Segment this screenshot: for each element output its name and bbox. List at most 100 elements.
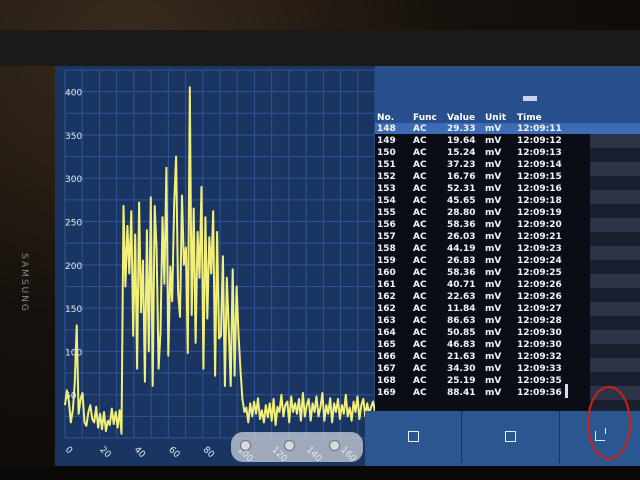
table-row[interactable]: 166 AC 21.63 mV 12:09:32 bbox=[375, 351, 640, 363]
table-row[interactable]: 162 AC 22.63 mV 12:09:26 bbox=[375, 291, 640, 303]
table-row[interactable]: 153 AC 52.31 mV 12:09:16 bbox=[375, 183, 640, 195]
table-row[interactable]: 160 AC 58.36 mV 12:09:25 bbox=[375, 267, 640, 279]
cell-func: AC bbox=[413, 136, 427, 146]
copy-icon bbox=[408, 431, 419, 442]
cell-func: AC bbox=[413, 352, 427, 362]
fullscreen-button[interactable] bbox=[461, 411, 560, 463]
cell-no: 162 bbox=[377, 304, 396, 314]
cell-time: 12:09:26 bbox=[517, 292, 562, 302]
cell-no: 148 bbox=[377, 124, 396, 134]
cell-unit: mV bbox=[485, 160, 502, 170]
cell-no: 154 bbox=[377, 196, 396, 206]
table-row[interactable]: 167 AC 34.30 mV 12:09:33 bbox=[375, 363, 640, 375]
table-row[interactable]: 168 AC 25.19 mV 12:09:35 bbox=[375, 375, 640, 387]
cell-unit: mV bbox=[485, 196, 502, 206]
cell-value: 25.19 bbox=[447, 376, 476, 386]
y-tick-label: 350 bbox=[65, 132, 82, 142]
cell-unit: mV bbox=[485, 244, 502, 254]
meter-chart[interactable]: 5010015020025030035040002040608010012014… bbox=[55, 66, 375, 466]
table-row[interactable]: 154 AC 45.65 mV 12:09:18 bbox=[375, 195, 640, 207]
panel-badge bbox=[523, 96, 537, 101]
table-row[interactable]: 151 AC 37.23 mV 12:09:14 bbox=[375, 159, 640, 171]
cell-value: 45.65 bbox=[447, 196, 476, 206]
table-row[interactable]: 157 AC 26.03 mV 12:09:21 bbox=[375, 231, 640, 243]
tablet-frame-bottom bbox=[0, 466, 640, 480]
cell-unit: mV bbox=[485, 148, 502, 158]
slider-knob[interactable] bbox=[284, 440, 295, 451]
table-row[interactable]: 158 AC 44.19 mV 12:09:23 bbox=[375, 243, 640, 255]
table-row[interactable]: 156 AC 58.36 mV 12:09:20 bbox=[375, 219, 640, 231]
scroll-indicator[interactable] bbox=[565, 384, 568, 398]
brand-logo: SAMSUNG bbox=[19, 253, 29, 313]
table-row[interactable]: 155 AC 28.80 mV 12:09:19 bbox=[375, 207, 640, 219]
red-circle-annotation bbox=[587, 386, 631, 460]
cell-value: 58.36 bbox=[447, 268, 476, 278]
cell-unit: mV bbox=[485, 388, 502, 398]
table-row[interactable]: 163 AC 86.63 mV 12:09:28 bbox=[375, 315, 640, 327]
table-row[interactable]: 164 AC 50.85 mV 12:09:30 bbox=[375, 327, 640, 339]
cell-func: AC bbox=[413, 208, 427, 218]
panel-header bbox=[375, 66, 640, 114]
cell-time: 12:09:16 bbox=[517, 184, 562, 194]
cell-func: AC bbox=[413, 280, 427, 290]
fullscreen-icon bbox=[505, 431, 516, 442]
cell-time: 12:09:26 bbox=[517, 280, 562, 290]
cell-func: AC bbox=[413, 316, 427, 326]
cell-func: AC bbox=[413, 184, 427, 194]
cell-no: 153 bbox=[377, 184, 396, 194]
cell-value: 11.84 bbox=[447, 304, 476, 314]
cell-value: 34.30 bbox=[447, 364, 476, 374]
table-row[interactable]: 159 AC 26.83 mV 12:09:24 bbox=[375, 255, 640, 267]
y-tick-label: 200 bbox=[65, 262, 82, 272]
cell-no: 149 bbox=[377, 136, 396, 146]
slider-knob[interactable] bbox=[240, 440, 251, 451]
cell-no: 166 bbox=[377, 352, 396, 362]
cell-value: 16.76 bbox=[447, 172, 476, 182]
cell-time: 12:09:14 bbox=[517, 160, 562, 170]
cell-no: 150 bbox=[377, 148, 396, 158]
cell-value: 19.64 bbox=[447, 136, 476, 146]
cell-no: 162 bbox=[377, 292, 396, 302]
cell-no: 161 bbox=[377, 280, 396, 290]
cell-no: 168 bbox=[377, 376, 396, 386]
log-panel: No. Func Value Unit Time 148 AC 29.33 mV 12:… bbox=[375, 66, 640, 411]
table-row[interactable]: 150 AC 15.24 mV 12:09:13 bbox=[375, 147, 640, 159]
tablet-frame-top bbox=[0, 30, 640, 66]
table-row[interactable]: 161 AC 40.71 mV 12:09:26 bbox=[375, 279, 640, 291]
cell-time: 12:09:18 bbox=[517, 196, 562, 206]
y-tick-label: 400 bbox=[65, 89, 82, 99]
zoom-slider[interactable] bbox=[231, 432, 363, 462]
cell-unit: mV bbox=[485, 268, 502, 278]
cell-no: 165 bbox=[377, 340, 396, 350]
table-row[interactable]: 152 AC 16.76 mV 12:09:15 bbox=[375, 171, 640, 183]
cell-value: 28.80 bbox=[447, 208, 476, 218]
cell-value: 88.41 bbox=[447, 388, 476, 398]
cell-unit: mV bbox=[485, 136, 502, 146]
cell-time: 12:09:21 bbox=[517, 232, 562, 242]
cell-unit: mV bbox=[485, 304, 502, 314]
cell-value: 21.63 bbox=[447, 352, 476, 362]
table-row[interactable]: 165 AC 46.83 mV 12:09:30 bbox=[375, 339, 640, 351]
cell-func: AC bbox=[413, 388, 427, 398]
cell-func: AC bbox=[413, 196, 427, 206]
cell-func: AC bbox=[413, 172, 427, 182]
cell-func: AC bbox=[413, 124, 427, 134]
table-row[interactable]: 148 AC 29.33 mV 12:09:11 bbox=[375, 123, 640, 135]
cell-time: 12:09:13 bbox=[517, 148, 562, 158]
cell-func: AC bbox=[413, 340, 427, 350]
cell-value: 52.31 bbox=[447, 184, 476, 194]
cell-time: 12:09:15 bbox=[517, 172, 562, 182]
cell-unit: mV bbox=[485, 172, 502, 182]
cell-func: AC bbox=[413, 292, 427, 302]
table-row[interactable]: 149 AC 19.64 mV 12:09:12 bbox=[375, 135, 640, 147]
cell-value: 40.71 bbox=[447, 280, 476, 290]
table-row[interactable]: 162 AC 11.84 mV 12:09:27 bbox=[375, 303, 640, 315]
cell-value: 58.36 bbox=[447, 220, 476, 230]
cell-unit: mV bbox=[485, 376, 502, 386]
y-tick-label: 300 bbox=[65, 175, 82, 185]
copy-button[interactable] bbox=[365, 411, 462, 463]
y-tick-label: 100 bbox=[65, 348, 82, 358]
slider-knob[interactable] bbox=[329, 440, 340, 451]
cell-unit: mV bbox=[485, 364, 502, 374]
cell-time: 12:09:35 bbox=[517, 376, 562, 386]
